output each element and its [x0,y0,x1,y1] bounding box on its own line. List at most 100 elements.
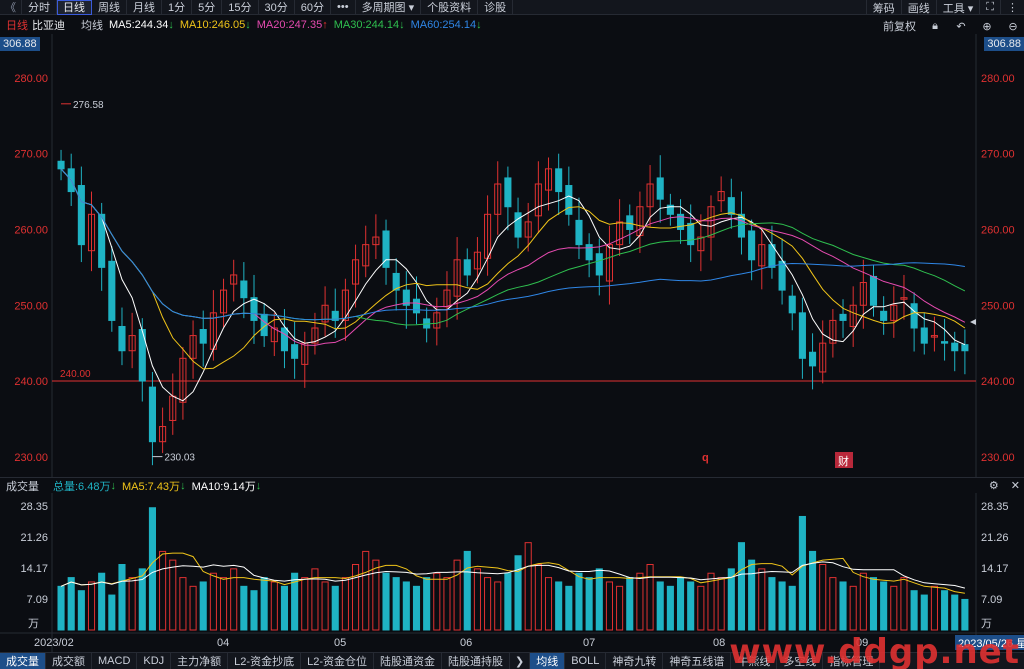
volume-bar [280,585,289,631]
period-tab[interactable]: 5分 [192,0,223,15]
overlay-tab[interactable]: BOLL [565,652,607,669]
support-label: 240.00 [60,369,91,380]
volume-bar [341,577,349,631]
toolbar-right-button[interactable]: 画线 [900,0,936,15]
volume-bar [534,564,542,631]
toolbar-right-button[interactable]: 筹码 [865,0,901,15]
period-tab[interactable]: ••• [331,0,356,15]
event-marker-q: q [702,452,709,464]
volume-bar [372,559,380,631]
indicator-tab[interactable]: L2-资金抄底 [228,652,302,669]
ma-title[interactable]: 均线 [81,17,103,33]
volume-legend-bar: 成交量 总量:6.48万 ↓ MA5:7.43万 ↓ MA10:9.14万 ↓ ⚙ ✕ [0,477,1024,493]
volume-bar [57,585,65,631]
volume-bar [484,577,492,631]
ma5-line [60,168,966,402]
date-tick: 06 [460,637,472,649]
chart-controls: 前复权 🔒︎ ↶ ⊕ ⊖ [883,18,1020,34]
volume-ma10: MA10:9.14万 [191,480,256,493]
fullscreen-icon[interactable]: ⛶ [979,0,1000,15]
volume-bar [920,594,928,631]
volume-bar [616,585,624,631]
volume-bar [209,572,217,631]
volume-title[interactable]: 成交量 [6,478,39,494]
volume-bar [260,577,268,631]
ma20-line [60,168,966,346]
volume-bar [961,598,969,631]
volume-total: 总量:6.48万 [53,480,111,493]
volume-bar [737,542,746,631]
volume-bar [687,581,695,631]
overlay-tab[interactable]: 均线 [530,652,566,669]
ma30-line [60,168,966,326]
volume-bar [352,564,360,631]
indicator-tab[interactable]: 主力净额 [171,652,229,669]
candle [504,177,512,208]
volume-bar [362,550,370,631]
volume-bar [392,577,400,631]
toolbar-right-button[interactable]: 工具 ▾ [935,0,980,15]
indicator-tab[interactable]: L2-资金仓位 [301,652,374,669]
settings-icon[interactable]: ⚙ [989,479,999,492]
volume-bar [869,577,878,631]
period-tab[interactable]: 个股资料 [421,0,479,15]
volume-bar [77,590,85,631]
volume-bar [575,572,583,631]
volume-bar [717,577,725,631]
candle [727,197,735,215]
fuquan-selector[interactable]: 前复权 [883,18,916,34]
candle [839,313,847,321]
volume-chart[interactable]: 28.35 28.35 21.26 21.26 14.17 14.17 7.09 7.09 万 万… [0,493,1024,652]
undo-icon[interactable]: ↶ [954,19,968,33]
kline-chart[interactable]: 280.00 280.00 270.00 270.00 260.00 260.00 250.… [0,34,1024,477]
candle [951,342,959,352]
candle [280,327,289,352]
candle [148,386,156,443]
indicator-tab[interactable]: KDJ [137,652,172,669]
candle [291,344,299,359]
price-tick-right: 240.00 [981,376,1015,388]
zoom-in-icon[interactable]: ⊕ [980,19,994,33]
close-icon[interactable]: ✕ [1011,479,1020,492]
indicator-tab[interactable]: MACD [92,652,138,669]
volume-bar [636,572,644,631]
indicator-tab[interactable]: 陆股通资金 [374,652,442,669]
period-tab[interactable]: 1分 [162,0,193,15]
volume-bar [900,577,908,631]
candle [57,160,65,170]
date-tick: 05 [334,637,346,649]
indicator-tab[interactable]: 成交额 [46,652,92,669]
candle [555,168,563,193]
volume-bar [676,577,685,631]
ma60-value: MA60:254.14 [410,19,477,31]
lock-icon[interactable]: 🔒︎ [928,19,942,33]
volume-bar [504,572,512,631]
overlay-tab[interactable]: 神奇五线谱 [663,652,732,669]
period-tab[interactable]: 日线 [57,0,92,15]
period-tab[interactable]: 诊股 [478,0,514,15]
period-tab[interactable]: 30分 [259,0,295,15]
volume-bar [128,577,136,631]
period-tab[interactable]: 周线 [92,0,127,15]
indicator-tab[interactable]: 成交量 [0,652,46,669]
volume-bar [473,568,481,631]
candle [961,344,969,352]
period-tab[interactable]: 60分 [295,0,331,15]
indicator-tab[interactable]: 陆股通持股 [442,652,510,669]
back-icon[interactable]: 《 [0,0,22,15]
period-tab[interactable]: 15分 [222,0,259,15]
toolbar-right: 筹码 画线 工具 ▾ ⛶ ⋮ [865,0,1024,15]
price-tick-right: 280.00 [981,73,1015,85]
date-tick: 07 [583,637,595,649]
period-tab[interactable]: 分时 [22,0,57,15]
chevron-right-icon[interactable]: ❯ [510,652,531,669]
overlay-tab[interactable]: 神奇九转 [606,652,664,669]
more-icon[interactable]: ⋮ [1000,0,1024,15]
volume-bar [839,581,847,631]
volume-bar [951,594,959,631]
zoom-out-icon[interactable]: ⊖ [1006,19,1020,33]
volume-unit-right: 万 [981,618,992,630]
period-tab[interactable]: 多周期图 ▾ [356,0,422,15]
volume-tick-right: 14.17 [981,563,1009,575]
period-tab[interactable]: 月线 [127,0,162,15]
